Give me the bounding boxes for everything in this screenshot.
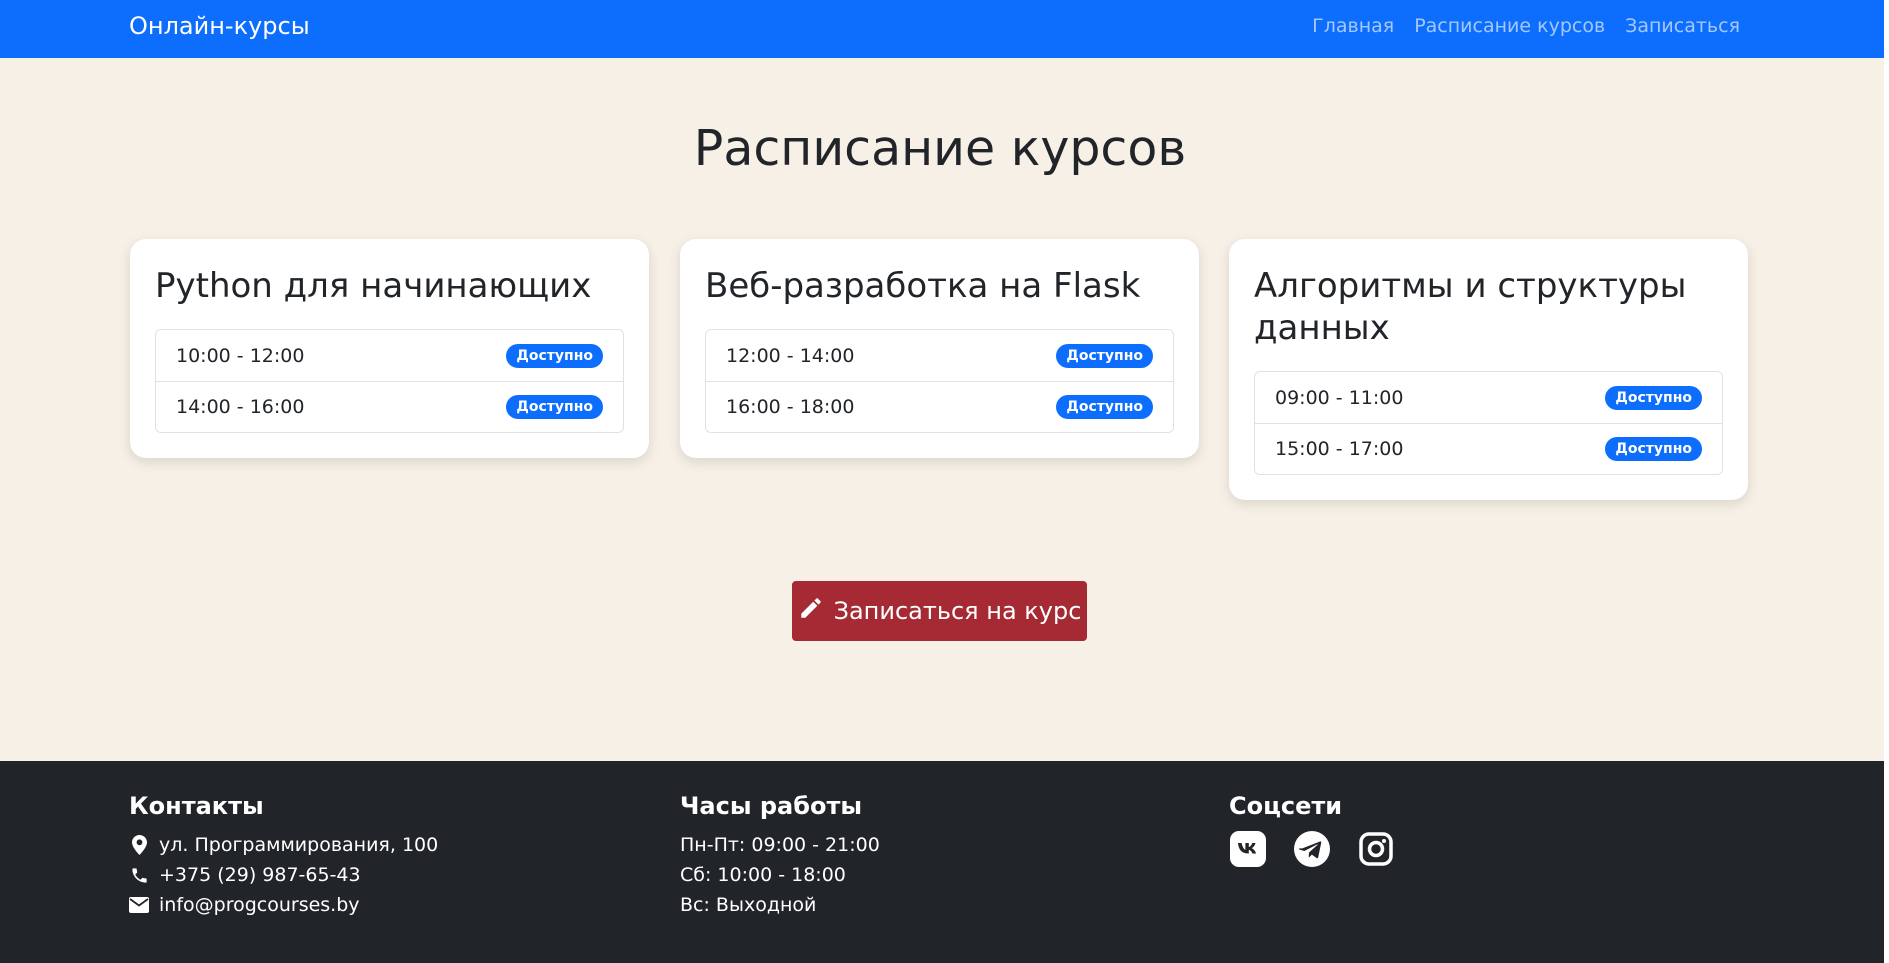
social-links — [1229, 830, 1395, 868]
status-badge: Доступно — [506, 343, 603, 368]
window-edge — [1884, 0, 1889, 963]
course-card-python: Python для начинающих 10:00 - 12:00 Дост… — [130, 239, 649, 458]
status-badge: Доступно — [1056, 343, 1153, 368]
slot-time: 15:00 - 17:00 — [1275, 438, 1404, 460]
slot-list: 10:00 - 12:00 Доступно 14:00 - 16:00 Дос… — [155, 329, 624, 433]
course-title: Python для начинающих — [155, 266, 592, 306]
phone-line: +375 (29) 987-65-43 — [129, 860, 438, 890]
contacts-section: Контакты ул. Программирования, 100 +375 … — [129, 792, 438, 920]
email-line: info@progcourses.by — [129, 890, 438, 920]
page-title: Расписание курсов — [693, 120, 1187, 177]
enroll-button-label: Записаться на курс — [833, 597, 1082, 625]
slot-time: 14:00 - 16:00 — [176, 396, 305, 418]
status-badge: Доступно — [1605, 385, 1702, 410]
slot-item[interactable]: 15:00 - 17:00 Доступно — [1255, 423, 1722, 474]
vk-icon[interactable] — [1229, 830, 1267, 868]
address-line: ул. Программирования, 100 — [129, 830, 438, 860]
contacts-heading: Контакты — [129, 792, 264, 820]
phone-icon — [129, 866, 149, 885]
navbar: Онлайн-курсы Главная Расписание курсов З… — [0, 0, 1884, 58]
slot-item[interactable]: 16:00 - 18:00 Доступно — [706, 381, 1173, 432]
address-text: ул. Программирования, 100 — [159, 834, 439, 856]
nav-links: Главная Расписание курсов Записаться — [1312, 15, 1740, 37]
course-title: Веб-разработка на Flask — [705, 266, 1141, 306]
nav-link-home[interactable]: Главная — [1312, 15, 1394, 37]
slot-list: 12:00 - 14:00 Доступно 16:00 - 18:00 Дос… — [705, 329, 1174, 433]
footer: Контакты ул. Программирования, 100 +375 … — [0, 761, 1884, 963]
brand-link[interactable]: Онлайн-курсы — [129, 12, 310, 40]
nav-link-schedule[interactable]: Расписание курсов — [1414, 15, 1605, 37]
hours-heading: Часы работы — [680, 792, 863, 820]
slot-item[interactable]: 14:00 - 16:00 Доступно — [156, 381, 623, 432]
map-pin-icon — [129, 835, 149, 855]
nav-link-enroll[interactable]: Записаться — [1625, 15, 1740, 37]
email-text[interactable]: info@progcourses.by — [159, 894, 360, 916]
phone-text[interactable]: +375 (29) 987-65-43 — [159, 864, 361, 886]
page: Онлайн-курсы Главная Расписание курсов З… — [0, 0, 1889, 963]
main-content: Расписание курсов Python для начинающих … — [0, 58, 1884, 761]
status-badge: Доступно — [506, 395, 603, 419]
slot-time: 09:00 - 11:00 — [1275, 386, 1404, 409]
course-card-flask: Веб-разработка на Flask 12:00 - 14:00 До… — [680, 239, 1199, 458]
hours-section: Часы работы Пн-Пт: 09:00 - 21:00 Сб: 10:… — [680, 792, 880, 920]
slot-time: 12:00 - 14:00 — [726, 344, 855, 367]
course-title: Алгоритмы и структуры данных — [1254, 266, 1687, 348]
status-badge: Доступно — [1056, 395, 1153, 419]
slot-time: 16:00 - 18:00 — [726, 396, 855, 418]
social-section: Соцсети — [1229, 792, 1395, 868]
pencil-icon — [798, 595, 824, 627]
slot-list: 09:00 - 11:00 Доступно 15:00 - 17:00 Дос… — [1254, 371, 1723, 475]
envelope-icon — [129, 897, 149, 913]
instagram-icon[interactable] — [1357, 830, 1395, 868]
course-card-algorithms: Алгоритмы и структуры данных 09:00 - 11:… — [1229, 239, 1748, 500]
telegram-icon[interactable] — [1293, 830, 1331, 868]
hours-line: Вс: Выходной — [680, 894, 817, 916]
slot-item[interactable]: 10:00 - 12:00 Доступно — [156, 330, 623, 381]
slot-item[interactable]: 09:00 - 11:00 Доступно — [1255, 372, 1722, 423]
enroll-button[interactable]: Записаться на курс — [792, 581, 1087, 641]
social-heading: Соцсети — [1229, 792, 1343, 820]
hours-line: Сб: 10:00 - 18:00 — [680, 864, 846, 886]
slot-time: 10:00 - 12:00 — [176, 344, 305, 367]
hours-line: Пн-Пт: 09:00 - 21:00 — [680, 834, 880, 856]
slot-item[interactable]: 12:00 - 14:00 Доступно — [706, 330, 1173, 381]
status-badge: Доступно — [1605, 437, 1702, 461]
